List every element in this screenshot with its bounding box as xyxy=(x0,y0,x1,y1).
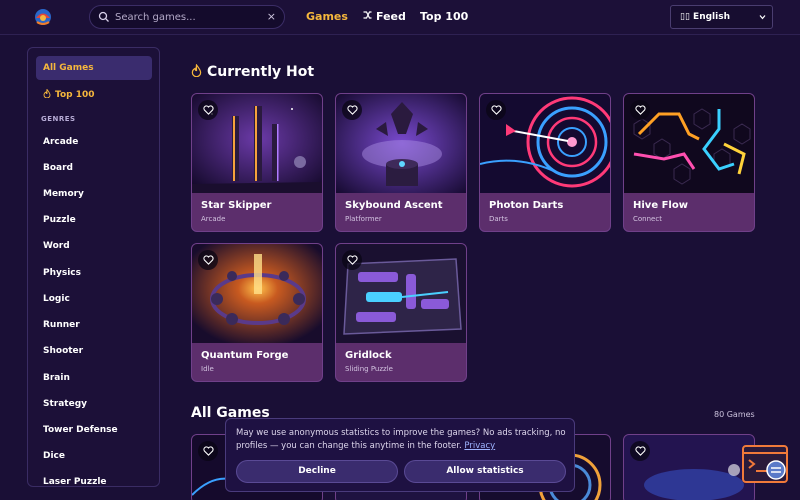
allow-statistics-button[interactable]: Allow statistics xyxy=(404,460,566,483)
game-card-star-skipper[interactable]: Star Skipper Arcade xyxy=(191,93,323,232)
sidebar-item-dice[interactable]: Dice xyxy=(36,444,152,468)
sidebar-item-runner[interactable]: Runner xyxy=(36,313,152,337)
nav-feed-label: Feed xyxy=(376,10,406,23)
game-genre: Idle xyxy=(201,365,214,373)
close-icon[interactable]: × xyxy=(267,10,276,23)
language-select[interactable]: ▯▯ English xyxy=(670,5,773,29)
shuffle-icon xyxy=(363,11,372,19)
game-genre: Sliding Puzzle xyxy=(345,365,393,373)
heart-icon xyxy=(202,105,214,115)
game-title: Gridlock xyxy=(345,350,392,361)
cookie-banner: May we use anonymous statistics to impro… xyxy=(225,418,575,492)
cookie-message: May we use anonymous statistics to impro… xyxy=(236,427,568,453)
favorite-button[interactable] xyxy=(198,441,218,461)
games-count: 80 Games xyxy=(714,410,755,419)
game-title: Star Skipper xyxy=(201,200,272,211)
favorite-button[interactable] xyxy=(342,100,362,120)
game-genre: Darts xyxy=(489,215,508,223)
heart-icon xyxy=(490,105,502,115)
sidebar-item-brain[interactable]: Brain xyxy=(36,366,152,390)
sidebar-item-strategy[interactable]: Strategy xyxy=(36,392,152,416)
game-title: Photon Darts xyxy=(489,200,564,211)
game-card-skybound-ascent[interactable]: Skybound Ascent Platformer xyxy=(335,93,467,232)
flame-icon xyxy=(43,88,51,99)
favorite-button[interactable] xyxy=(630,441,650,461)
language-label: English xyxy=(693,12,730,22)
search-box[interactable]: × xyxy=(89,5,285,29)
heart-icon xyxy=(346,105,358,115)
sidebar-item-shooter[interactable]: Shooter xyxy=(36,339,152,363)
favorite-button[interactable] xyxy=(198,250,218,270)
game-card-photon-darts[interactable]: Photon Darts Darts xyxy=(479,93,611,232)
heart-icon xyxy=(634,446,646,456)
logo-icon[interactable] xyxy=(33,7,53,27)
favorite-button[interactable] xyxy=(630,100,650,120)
game-card-hive-flow[interactable]: Hive Flow Connect xyxy=(623,93,755,232)
search-icon xyxy=(98,11,109,22)
top-header: × Games Feed Top 100 ▯▯ English xyxy=(0,0,800,35)
currently-hot-title: Currently Hot xyxy=(207,64,315,80)
favorite-button[interactable] xyxy=(198,100,218,120)
game-title: Skybound Ascent xyxy=(345,200,443,211)
nav-feed[interactable]: Feed xyxy=(362,10,406,23)
game-genre: Platformer xyxy=(345,215,382,223)
cookie-message-text: May we use anonymous statistics to impro… xyxy=(236,428,566,451)
heart-icon xyxy=(202,255,214,265)
game-genre: Arcade xyxy=(201,215,226,223)
sidebar-item-memory[interactable]: Memory xyxy=(36,182,152,206)
sidebar-item-arcade[interactable]: Arcade xyxy=(36,130,152,154)
sidebar-item-laser-puzzle[interactable]: Laser Puzzle xyxy=(36,470,152,486)
sidebar-item-all-games[interactable]: All Games xyxy=(36,56,152,80)
heart-icon xyxy=(346,255,358,265)
game-card-quantum-forge[interactable]: Quantum Forge Idle xyxy=(191,243,323,382)
privacy-link[interactable]: Privacy xyxy=(464,441,495,451)
genres-heading: GENRES xyxy=(41,115,76,123)
search-input[interactable] xyxy=(115,9,260,26)
sidebar-item-word[interactable]: Word xyxy=(36,234,152,258)
flag-icon: ▯▯ xyxy=(680,12,690,22)
sidebar-item-top100[interactable]: Top 100 xyxy=(36,82,152,106)
sidebar-top100-label: Top 100 xyxy=(55,90,95,100)
sidebar-item-logic[interactable]: Logic xyxy=(36,287,152,311)
decline-button[interactable]: Decline xyxy=(236,460,398,483)
game-card[interactable] xyxy=(623,434,755,500)
nav-top100[interactable]: Top 100 xyxy=(420,10,468,23)
sidebar-item-puzzle[interactable]: Puzzle xyxy=(36,208,152,232)
flame-icon xyxy=(191,63,202,78)
sidebar-item-tower-defense[interactable]: Tower Defense xyxy=(36,418,152,442)
game-genre: Connect xyxy=(633,215,662,223)
heart-icon xyxy=(634,105,646,115)
favorite-button[interactable] xyxy=(342,250,362,270)
heart-icon xyxy=(202,446,214,456)
favorite-button[interactable] xyxy=(486,100,506,120)
currently-hot-heading: Currently Hot xyxy=(191,63,315,80)
feedback-icon[interactable] xyxy=(741,444,789,484)
game-title: Hive Flow xyxy=(633,200,688,211)
sidebar-item-board[interactable]: Board xyxy=(36,156,152,180)
game-title: Quantum Forge xyxy=(201,350,289,361)
chevron-down-icon xyxy=(759,15,766,20)
sidebar-item-physics[interactable]: Physics xyxy=(36,261,152,285)
nav-games[interactable]: Games xyxy=(306,10,348,23)
game-card-gridlock[interactable]: Gridlock Sliding Puzzle xyxy=(335,243,467,382)
sidebar: All Games Top 100 GENRES Arcade Board Me… xyxy=(27,47,160,487)
